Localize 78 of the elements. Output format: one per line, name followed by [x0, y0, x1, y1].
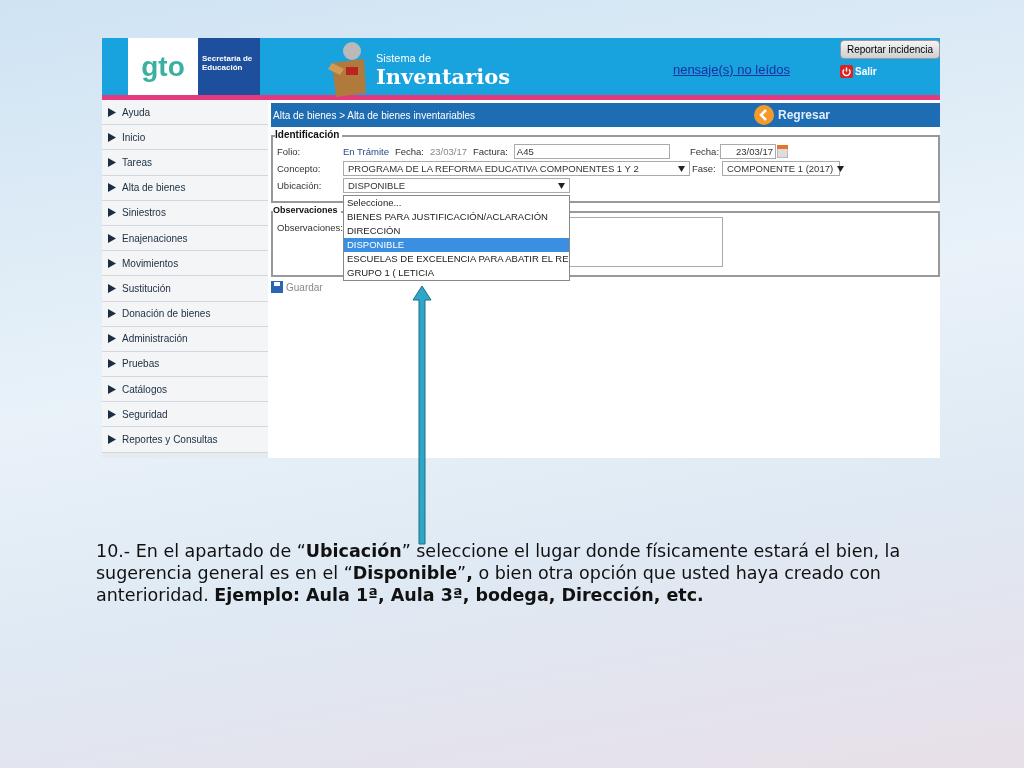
sidebar-item[interactable]: Catálogos [102, 377, 268, 403]
field-label: Ubicación: [277, 180, 323, 191]
sidebar-item[interactable]: Inicio [102, 125, 268, 151]
field-label: Concepto: [277, 163, 322, 174]
save-link[interactable]: Guardar [286, 281, 323, 293]
triangle-icon [108, 384, 116, 394]
department-label: Secretaría de Educación [198, 38, 260, 95]
triangle-icon [108, 183, 116, 193]
invoice-field[interactable]: A45 [513, 144, 670, 159]
triangle-icon [108, 208, 116, 218]
section-legend: Observaciones [273, 205, 341, 215]
logo-text: gto [141, 50, 185, 83]
menu-label: Tareas [122, 156, 152, 168]
triangle-icon [108, 359, 116, 369]
sidebar-item[interactable]: Alta de bienes [102, 175, 268, 201]
field-label: Factura: [472, 146, 508, 157]
sidebar-item[interactable]: Ayuda [102, 100, 268, 126]
report-incident-button[interactable]: Reportar incidencia [840, 40, 940, 59]
messages-link[interactable]: nensaje(s) no leídos [672, 62, 790, 77]
menu-label: Sustitución [122, 282, 171, 294]
field-label: Folio: [277, 146, 302, 157]
caret-icon [837, 166, 845, 172]
sidebar-item[interactable]: Administración [102, 326, 268, 352]
date-field[interactable]: 23/03/17 [720, 144, 776, 159]
caret-icon [558, 183, 565, 189]
power-icon[interactable] [840, 65, 853, 78]
dropdown-option[interactable]: DIRECCIÓN [344, 224, 569, 238]
menu-label: Administración [122, 333, 188, 345]
section-legend: Identificación [275, 129, 343, 140]
breadcrumb: Alta de bienes > Alta de bienes inventariables [273, 109, 476, 121]
field-label: Fase: [692, 163, 717, 174]
sidebar-item[interactable]: Sustitución [102, 276, 268, 302]
menu-label: Donación de bienes [122, 308, 211, 320]
menu-label: Catálogos [122, 383, 168, 395]
triangle-icon [108, 157, 116, 167]
date-value: 23/03/17 [430, 146, 467, 157]
field-label: Fecha: [690, 146, 720, 157]
sidebar-item[interactable]: Reportes y Consultas [102, 427, 268, 453]
triangle-icon [108, 334, 116, 344]
sidebar-item[interactable]: Pruebas [102, 351, 268, 378]
sidebar-item[interactable]: Tareas [102, 150, 268, 176]
triangle-icon [108, 233, 116, 243]
field-label: Observaciones: [277, 222, 343, 233]
location-select[interactable]: DISPONIBLE [343, 178, 570, 193]
caret-icon [678, 166, 685, 172]
back-link[interactable]: Regresar [777, 108, 830, 122]
menu-label: Reportes y Consultas [122, 434, 218, 446]
dropdown-option[interactable]: ESCUELAS DE EXCELENCIA PARA ABATIR EL RE [344, 252, 569, 266]
sidebar-item[interactable]: Enajenaciones [102, 225, 268, 252]
triangle-icon [108, 309, 116, 319]
dropdown-option[interactable]: Seleccione... [344, 196, 569, 210]
triangle-icon [108, 409, 116, 419]
sidebar-item[interactable]: Movimientos [102, 251, 268, 277]
sidebar-item[interactable]: Donación de bienes [102, 301, 268, 327]
dropdown-option[interactable]: BIENES PARA JUSTIFICACIÓN/ACLARACIÓN [344, 210, 569, 224]
instruction-text: 10.- En el apartado de “Ubicación” seleccione el lugar donde físicamente estará el bien, la sugerencia general es en el “Disponible”, o bien otra opción que usted haya creado con anterioridad. Ejemplo: Aula 1ª, Aula 3ª, bodega, Dirección, etc. [96, 540, 902, 606]
triangle-icon [108, 258, 116, 268]
menu-label: Pruebas [122, 358, 160, 370]
menu-label: Inicio [122, 131, 146, 143]
menu-label: Enajenaciones [122, 232, 188, 244]
system-title: Inventarios [376, 64, 511, 89]
system-subtitle: Sistema de [376, 52, 433, 64]
triangle-icon [108, 435, 116, 445]
folio-value: En Trámite [343, 146, 389, 157]
save-icon[interactable] [271, 281, 283, 293]
menu-label: Ayuda [122, 106, 151, 118]
concept-select[interactable]: PROGRAMA DE LA REFORMA EDUCATIVA COMPONENTES 1 Y 2 [343, 161, 690, 176]
menu-label: Movimientos [122, 257, 179, 269]
menu-label: Seguridad [122, 408, 168, 420]
field-label: Fecha: [394, 146, 424, 157]
menu-label: Siniestros [122, 207, 166, 219]
triangle-icon [108, 283, 116, 293]
triangle-icon [108, 107, 116, 117]
menu-label: Alta de bienes [122, 182, 186, 194]
dropdown-option[interactable]: GRUPO 1 ( LETICIA [344, 266, 569, 280]
triangle-icon [108, 132, 116, 142]
sidebar-item[interactable]: Siniestros [102, 200, 268, 226]
sidebar-item[interactable]: Seguridad [102, 402, 268, 428]
